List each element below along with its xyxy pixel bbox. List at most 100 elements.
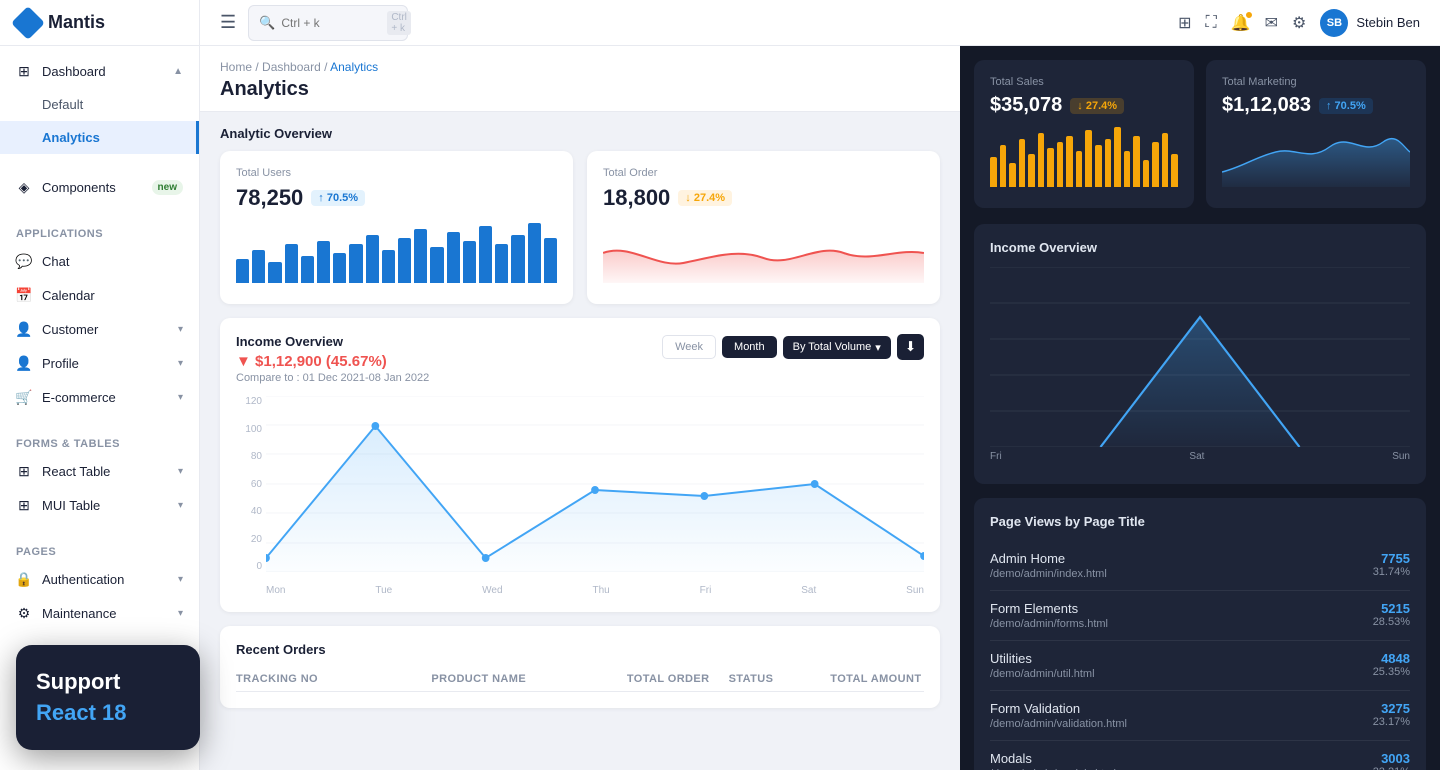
- pv-left-2: Utilities /demo/admin/util.html: [990, 651, 1373, 680]
- col-total-order: Total Order: [627, 673, 721, 685]
- nav-forms-section: Forms & Tables ⊞ React Table ▾ ⊞ MUI Tab…: [0, 422, 199, 530]
- chart-y-labels: 120 100 80 60 40 20 0: [236, 396, 266, 572]
- pv-right-0: 7755 31.74%: [1373, 551, 1410, 578]
- fullscreen-icon[interactable]: ⛶: [1206, 14, 1217, 32]
- settings-icon[interactable]: ⚙: [1292, 13, 1306, 33]
- volume-select[interactable]: By Total Volume ▾: [783, 336, 891, 359]
- sidebar-item-react-table[interactable]: ⊞ React Table ▾: [0, 454, 199, 488]
- bar-1: [236, 259, 249, 283]
- nav-components-section: ◈ Components new: [0, 162, 199, 212]
- stat-orders-value-row: 18,800 ↓ 27.4%: [603, 185, 924, 211]
- dark-chart-title: Income Overview: [990, 240, 1097, 255]
- notifications-icon[interactable]: 🔔: [1231, 13, 1251, 33]
- pv-pct-4: 22.21%: [1373, 766, 1410, 770]
- pv-right-4: 3003 22.21%: [1373, 751, 1410, 770]
- sidebar-item-ecommerce[interactable]: 🛒 E-commerce ▾: [0, 380, 199, 414]
- x-label-mon: Mon: [266, 585, 285, 596]
- logo-area: Mantis: [0, 0, 199, 46]
- sidebar-item-label: Dashboard: [42, 64, 106, 79]
- logo-text: Mantis: [48, 12, 105, 33]
- sales-bar-17: [1143, 160, 1150, 187]
- bar-9: [366, 235, 379, 283]
- sales-bar-1: [990, 157, 997, 187]
- pv-pct-2: 25.35%: [1373, 666, 1410, 678]
- pv-url-2: /demo/admin/util.html: [990, 668, 1373, 680]
- user-menu[interactable]: SB Stebin Ben: [1320, 9, 1420, 37]
- sidebar-customer-label: Customer: [42, 322, 98, 337]
- sidebar-item-profile[interactable]: 👤 Profile ▾: [0, 346, 199, 380]
- income-title: Income Overview: [236, 334, 429, 349]
- apps-icon[interactable]: ⊞: [1178, 13, 1191, 33]
- menu-toggle-button[interactable]: ☰: [220, 12, 236, 33]
- sales-bar-14: [1114, 127, 1121, 187]
- sidebar-item-dashboard[interactable]: ⊞ Dashboard ▲: [0, 54, 199, 88]
- chevron-down-icon3: ▾: [178, 392, 183, 403]
- y-label-100: 100: [245, 424, 262, 435]
- topbar-left: ☰ 🔍 Ctrl + k: [220, 5, 408, 41]
- page-header: Home / Dashboard / Analytics Analytics: [200, 46, 960, 112]
- sidebar-mui-table-label: MUI Table: [42, 498, 100, 513]
- sidebar-item-calendar[interactable]: 📅 Calendar: [0, 278, 199, 312]
- pv-right-1: 5215 28.53%: [1373, 601, 1410, 628]
- sidebar-profile-label: Profile: [42, 356, 79, 371]
- sidebar-item-customer[interactable]: 👤 Customer ▾: [0, 312, 199, 346]
- pv-title-0: Admin Home: [990, 551, 1373, 566]
- support-subtitle: React 18: [36, 700, 180, 726]
- chevron-down-icon: ▾: [178, 324, 183, 335]
- dark-stat-sales-value-row: $35,078 ↓ 27.4%: [990, 94, 1178, 117]
- stat-orders-value: 18,800: [603, 185, 670, 211]
- search-input[interactable]: [281, 16, 381, 30]
- new-badge: new: [152, 180, 183, 195]
- pv-title-2: Utilities: [990, 651, 1373, 666]
- sidebar-auth-label: Authentication: [42, 572, 124, 587]
- pv-item-2: Utilities /demo/admin/util.html 4848 25.…: [990, 641, 1410, 691]
- x-label-fri: Fri: [700, 585, 712, 596]
- sidebar-item-mui-table[interactable]: ⊞ MUI Table ▾: [0, 488, 199, 522]
- dark-stat-marketing-value-row: $1,12,083 ↑ 70.5%: [1222, 94, 1410, 117]
- sidebar-item-components[interactable]: ◈ Components new: [0, 170, 199, 204]
- pv-count-0: 7755: [1373, 551, 1410, 566]
- breadcrumb-dashboard[interactable]: Dashboard: [262, 60, 321, 74]
- bar-16: [479, 226, 492, 283]
- messages-icon[interactable]: ✉: [1265, 13, 1278, 33]
- ecommerce-icon: 🛒: [16, 389, 32, 405]
- pv-title-4: Modals: [990, 751, 1373, 766]
- dark-stat-marketing-label: Total Marketing: [1222, 76, 1410, 88]
- search-box: 🔍 Ctrl + k: [248, 5, 408, 41]
- bar-5: [301, 256, 314, 283]
- dark-chart-x-labels: Fri Sat Sun: [990, 451, 1410, 462]
- breadcrumb: Home / Dashboard / Analytics: [220, 60, 940, 74]
- sales-bar-7: [1047, 148, 1054, 187]
- month-button[interactable]: Month: [722, 336, 777, 358]
- week-button[interactable]: Week: [662, 335, 716, 359]
- sidebar-item-analytics[interactable]: Analytics: [0, 121, 199, 154]
- stat-users-badge: ↑ 70.5%: [311, 190, 365, 206]
- sidebar-item-default[interactable]: Default: [0, 88, 199, 121]
- sidebar-item-components-label: Components: [42, 180, 116, 195]
- search-kbd: Ctrl + k: [387, 11, 411, 35]
- support-popup[interactable]: Support React 18: [16, 645, 200, 750]
- sales-bar-2: [1000, 145, 1007, 187]
- dark-stat-sales-label: Total Sales: [990, 76, 1178, 88]
- breadcrumb-home[interactable]: Home: [220, 60, 252, 74]
- recent-orders-title: Recent Orders: [236, 642, 924, 657]
- bar-10: [382, 250, 395, 283]
- sidebar-item-chat[interactable]: 💬 Chat: [0, 244, 199, 278]
- bar-19: [528, 223, 541, 283]
- logo-icon: [11, 6, 45, 40]
- income-info: Income Overview ▼ $1,12,900 (45.67%) Com…: [236, 334, 429, 384]
- y-label-60: 60: [251, 479, 262, 490]
- pv-title-3: Form Validation: [990, 701, 1373, 716]
- sidebar-maintenance-label: Maintenance: [42, 606, 116, 621]
- bar-17: [495, 244, 508, 283]
- bar-12: [414, 229, 427, 283]
- sidebar-item-authentication[interactable]: 🔒 Authentication ▾: [0, 562, 199, 596]
- bar-2: [252, 250, 265, 283]
- income-overview-section: Income Overview ▼ $1,12,900 (45.67%) Com…: [220, 318, 940, 612]
- topbar-right: ⊞ ⛶ 🔔 ✉ ⚙ SB Stebin Ben: [1178, 9, 1420, 37]
- dark-stats-row: Total Sales $35,078 ↓ 27.4%: [974, 60, 1426, 208]
- download-button[interactable]: ⬇: [897, 334, 924, 360]
- pv-item-4: Modals /demo/admin/modals.html 3003 22.2…: [990, 741, 1410, 770]
- sidebar-item-maintenance[interactable]: ⚙ Maintenance ▾: [0, 596, 199, 630]
- sidebar-item-analytics-label: Analytics: [42, 130, 100, 145]
